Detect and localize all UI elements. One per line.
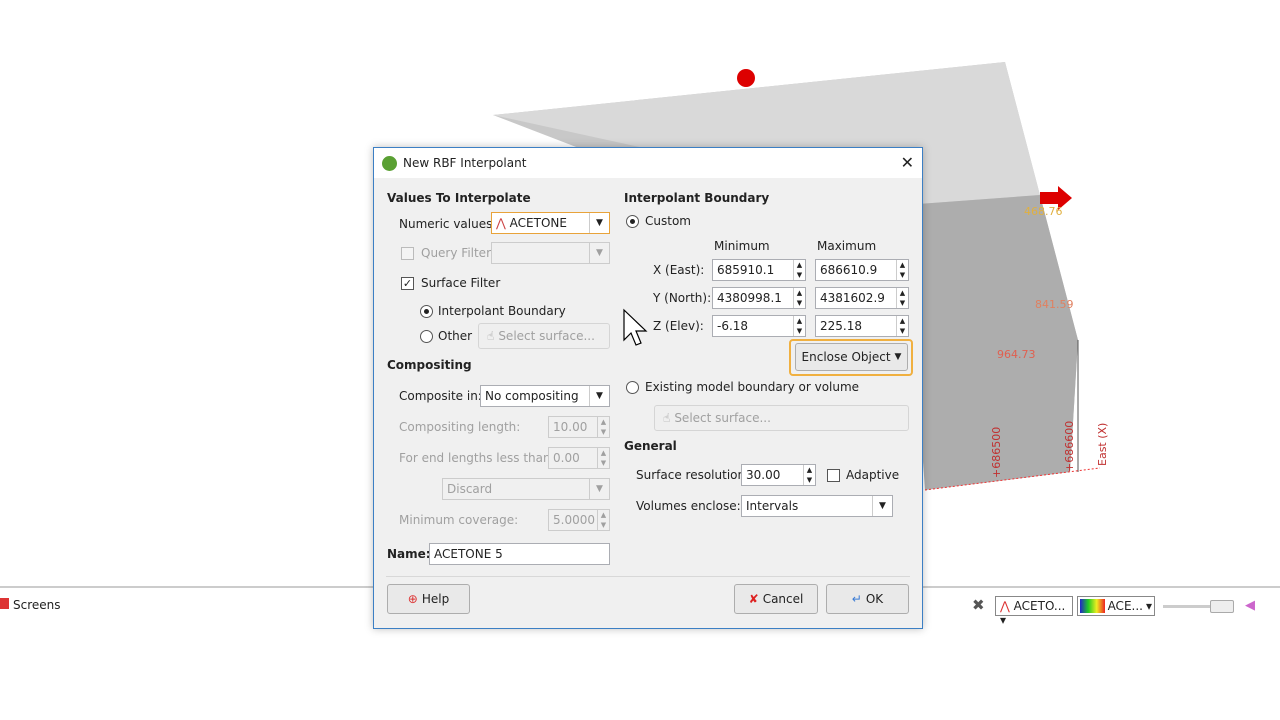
volumes-enclose-label: Volumes enclose:	[636, 499, 741, 513]
y-max-input[interactable]: 4381602.9 ▲ ▼	[815, 287, 909, 309]
enclose-object-button[interactable]: Enclose Object ▼	[795, 343, 908, 371]
chevron-down-icon: ▼	[872, 496, 892, 516]
name-label: Name:	[387, 547, 431, 561]
select-surface-button[interactable]: ☝ Select surface...	[478, 323, 610, 349]
title-bar: New RBF Interpolant ✕	[374, 148, 922, 178]
compositing-section-heading: Compositing	[387, 358, 472, 372]
colormap-icon	[1080, 599, 1105, 613]
general-section-heading: General	[624, 439, 677, 453]
chevron-down-icon: ▼	[589, 386, 609, 406]
cancel-button[interactable]: ✘ Cancel	[734, 584, 818, 614]
end-lengths-label: For end lengths less than:	[399, 451, 555, 465]
slider-thumb[interactable]	[1210, 600, 1234, 613]
query-filter-checkbox[interactable]	[401, 247, 414, 260]
boundary-section-heading: Interpolant Boundary	[624, 191, 770, 205]
cancel-icon: ✘	[748, 592, 759, 606]
close-button[interactable]: ✕	[901, 153, 914, 172]
x-max-input[interactable]: 686610.9 ▲ ▼	[815, 259, 909, 281]
screens-tab[interactable]: Screens	[13, 598, 61, 612]
app-icon	[382, 155, 397, 171]
surface-resolution-input[interactable]: 30.00 ▲ ▼	[741, 464, 816, 486]
other-label: Other	[438, 329, 473, 343]
existing-select-surface-button[interactable]: ☝ Select surface...	[654, 405, 909, 431]
query-filter-label: Query Filter	[421, 246, 492, 260]
chevron-down-icon: ▼	[589, 479, 609, 499]
existing-boundary-radio[interactable]	[626, 381, 639, 394]
end-lengths-input[interactable]: 0.00 ▲ ▼	[548, 447, 610, 469]
x-min-input[interactable]: 685910.1 ▲ ▼	[712, 259, 806, 281]
scene-label: 964.73	[997, 348, 1036, 361]
numeric-values-label: Numeric values:	[399, 217, 497, 231]
paint-icon[interactable]: ◀	[1245, 598, 1255, 613]
adaptive-label: Adaptive	[846, 468, 900, 482]
close-icon[interactable]: ✖	[972, 596, 985, 614]
name-input[interactable]: ACETONE 5	[429, 543, 610, 565]
ok-button[interactable]: ↵ OK	[826, 584, 909, 614]
minimum-coverage-label: Minimum coverage:	[399, 513, 519, 527]
scene-label: 468.76	[1024, 205, 1063, 218]
attribute-icon: ⋀	[496, 216, 506, 230]
interpolant-boundary-label: Interpolant Boundary	[438, 304, 566, 318]
mouse-cursor-icon	[623, 308, 648, 346]
screens-icon	[0, 598, 9, 609]
compositing-length-label: Compositing length:	[399, 420, 521, 434]
chevron-down-icon: ▼	[894, 352, 902, 362]
surface-filter-label: Surface Filter	[421, 276, 501, 290]
composite-in-label: Composite in:	[399, 389, 482, 403]
z-max-input[interactable]: 225.18 ▲ ▼	[815, 315, 909, 337]
minimum-coverage-input[interactable]: 5.0000 ▲ ▼	[548, 509, 610, 531]
custom-label: Custom	[645, 214, 691, 228]
composite-in-dropdown[interactable]: No compositing ▼	[480, 385, 610, 407]
minimum-header: Minimum	[714, 239, 770, 253]
existing-boundary-label: Existing model boundary or volume	[645, 380, 860, 394]
y-min-input[interactable]: 4380998.1 ▲ ▼	[712, 287, 806, 309]
axis-label: East (X)	[1096, 423, 1109, 466]
numeric-values-dropdown[interactable]: ⋀ ACETONE ▼	[491, 212, 610, 234]
query-filter-dropdown[interactable]: ▼	[491, 242, 610, 264]
divider	[386, 576, 910, 577]
help-button[interactable]: ⊕ Help	[387, 584, 470, 614]
y-north-label: Y (North):	[653, 291, 712, 305]
volumes-enclose-dropdown[interactable]: Intervals ▼	[741, 495, 893, 517]
surface-filter-checkbox[interactable]: ✓	[401, 277, 414, 290]
chevron-down-icon: ▼	[589, 243, 609, 263]
adaptive-checkbox[interactable]	[827, 469, 840, 482]
interpolant-boundary-radio[interactable]	[420, 305, 433, 318]
surface-resolution-label: Surface resolution:	[636, 468, 750, 482]
dialog-title: New RBF Interpolant	[403, 156, 527, 170]
chevron-down-icon: ▼	[589, 213, 609, 233]
z-min-input[interactable]: -6.18 ▲ ▼	[712, 315, 806, 337]
tick-label: +686500	[990, 427, 1003, 478]
custom-radio[interactable]	[626, 215, 639, 228]
attribute-dropdown[interactable]: ⋀ ACETO... ▾	[995, 596, 1073, 627]
colormap-dropdown[interactable]: ACE... ▾	[1077, 596, 1155, 616]
lifebuoy-icon: ⊕	[407, 592, 418, 606]
x-east-label: X (East):	[653, 263, 705, 277]
z-elev-label: Z (Elev):	[653, 319, 704, 333]
hand-icon: ☝	[487, 329, 495, 343]
other-radio[interactable]	[420, 330, 433, 343]
north-arrow-marker[interactable]	[737, 69, 755, 87]
maximum-header: Maximum	[817, 239, 877, 253]
tick-label: +686600	[1063, 421, 1076, 472]
ok-arrow-icon: ↵	[851, 592, 862, 606]
hand-icon: ☝	[663, 411, 671, 425]
scene-label: 841.59	[1035, 298, 1074, 311]
discard-dropdown[interactable]: Discard ▼	[442, 478, 610, 500]
compositing-length-input[interactable]: 10.00 ▲ ▼	[548, 416, 610, 438]
values-section-heading: Values To Interpolate	[387, 191, 531, 205]
new-rbf-interpolant-dialog: New RBF Interpolant ✕ Values To Interpol…	[373, 147, 923, 629]
